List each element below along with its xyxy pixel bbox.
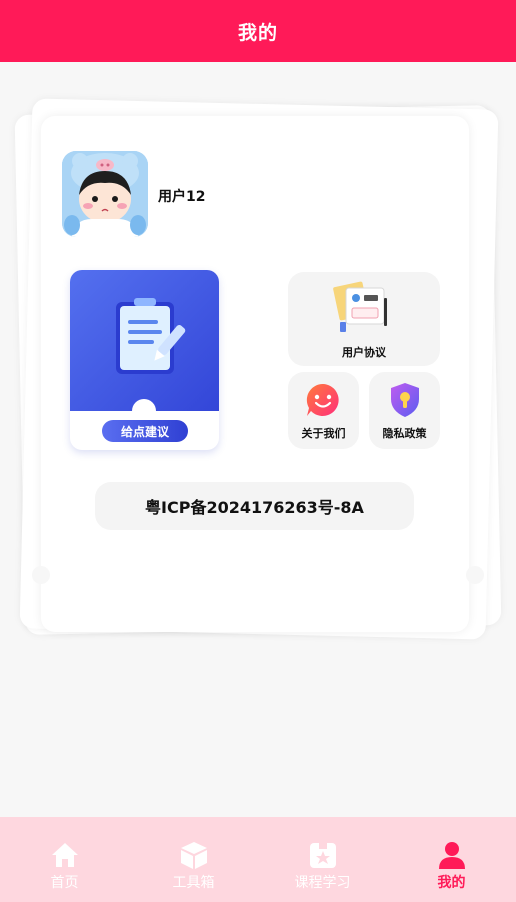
user-agreement-tile[interactable]: 用户协议 [288,272,440,366]
shield-lock-icon [391,383,419,417]
box-icon [180,842,207,869]
bottom-tabbar: 首页 工具箱 课程学习 我的 [0,817,516,902]
privacy-policy-tile[interactable]: 隐私政策 [369,372,440,449]
feedback-button[interactable]: 给点建议 [102,420,188,442]
about-us-tile[interactable]: 关于我们 [288,372,359,449]
book-star-icon [309,843,336,868]
avatar[interactable] [62,151,148,237]
tab-home[interactable]: 首页 [0,817,129,902]
paper-notch-left [32,566,50,584]
tab-mine[interactable]: 我的 [387,817,516,902]
username: 用户12 [158,189,206,205]
privacy-policy-label: 隐私政策 [382,427,427,440]
user-agreement-label: 用户协议 [342,346,386,359]
tab-mine-label: 我的 [437,875,466,891]
tab-toolbox-label: 工具箱 [172,875,215,891]
feedback-banner [70,270,219,411]
documents-icon [333,281,387,332]
user-icon [438,842,465,869]
tab-courses[interactable]: 课程学习 [258,817,387,902]
page-header: 我的 [0,0,516,62]
paper-notch-right [466,566,484,584]
icp-record[interactable]: 粤ICP备2024176263号-8A [95,482,414,530]
avatar-cartoon-icon [62,151,148,237]
home-icon [51,843,78,867]
clipboard-pen-icon [116,298,186,374]
feedback-card[interactable]: 给点建议 [70,270,219,450]
tab-courses-label: 课程学习 [294,875,351,891]
page-title: 我的 [237,21,278,44]
smiley-bubble-icon [306,383,339,416]
about-us-label: 关于我们 [301,427,346,440]
tab-home-label: 首页 [50,875,79,891]
tab-toolbox[interactable]: 工具箱 [129,817,258,902]
